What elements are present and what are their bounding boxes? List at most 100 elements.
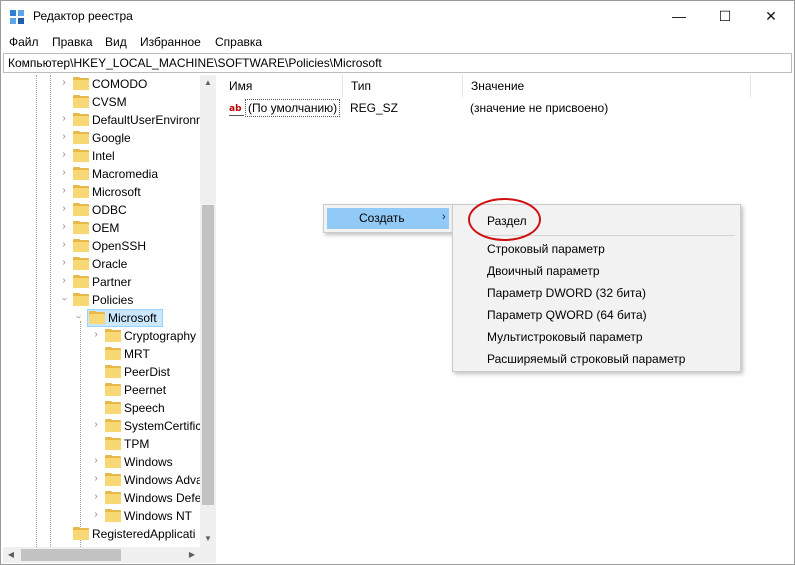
maximize-button[interactable]: ☐ [702, 1, 748, 31]
submenu-item-qword-value[interactable]: Параметр QWORD (64 бита) [487, 308, 647, 322]
submenu-item-string-value[interactable]: Строковый параметр [487, 242, 605, 256]
menu-item-create[interactable]: Создать › [327, 208, 449, 229]
menu-favorites[interactable]: Избранное [140, 35, 201, 49]
tree-item-microsoft-selected[interactable]: › Microsoft [3, 309, 201, 327]
expand-icon[interactable]: › [59, 185, 69, 197]
tree-item-cvsm[interactable]: CVSM [3, 93, 201, 111]
scroll-thumb[interactable] [202, 205, 214, 505]
submenu-item-multistring-value[interactable]: Мультистроковый параметр [487, 330, 643, 344]
folder-open-icon [89, 311, 105, 324]
scroll-thumb[interactable] [21, 549, 121, 561]
tree-item-partner[interactable]: › Partner [3, 273, 201, 291]
submenu-item-expandable-string-value[interactable]: Расширяемый строковый параметр [487, 352, 685, 366]
expand-icon[interactable]: › [59, 77, 69, 89]
folder-icon [105, 509, 121, 522]
tree-item-windows-advanced[interactable]: › Windows Adva [3, 471, 203, 489]
value-type: REG_SZ [350, 101, 399, 115]
tree-item-label: OpenSSH [92, 239, 147, 253]
submenu-item-binary-value[interactable]: Двоичный параметр [487, 264, 600, 278]
tree-item-odbc[interactable]: › ODBC [3, 201, 201, 219]
tree-item-label: ODBC [92, 203, 127, 217]
tree-item-speech[interactable]: Speech [3, 399, 201, 417]
column-header-value[interactable]: Значение [463, 75, 751, 97]
annotation-circle [468, 198, 541, 241]
tree-item-label: Microsoft [108, 311, 157, 325]
tree-item-oracle[interactable]: › Oracle [3, 255, 201, 273]
tree-item-label: SystemCertific [124, 419, 202, 433]
tree-item-windows[interactable]: › Windows [3, 453, 201, 471]
tree-horizontal-scrollbar[interactable]: ◀ ▶ [3, 547, 200, 563]
registry-editor-icon [10, 10, 24, 24]
tree-item-openssh[interactable]: › OpenSSH [3, 237, 201, 255]
expand-icon[interactable]: › [91, 329, 101, 341]
collapse-icon[interactable]: › [58, 294, 70, 304]
expand-icon[interactable]: › [91, 455, 101, 467]
folder-icon [105, 419, 121, 432]
tree-item-macromedia[interactable]: › Macromedia [3, 165, 201, 183]
key-tree[interactable]: › COMODO CVSM › DefaultUserEnvironn › Go… [3, 75, 216, 563]
scroll-left-icon[interactable]: ◀ [3, 547, 19, 563]
minimize-button[interactable]: — [656, 1, 702, 31]
tree-item-intel[interactable]: › Intel [3, 147, 201, 165]
tree-item-policies[interactable]: › Policies [3, 291, 201, 309]
expand-icon[interactable]: › [59, 257, 69, 269]
column-header-name[interactable]: Имя [221, 75, 343, 97]
column-header-label: Тип [351, 79, 372, 93]
tree-item-tpm[interactable]: TPM [3, 435, 201, 453]
scroll-up-icon[interactable]: ▲ [200, 75, 216, 91]
submenu-item-dword-value[interactable]: Параметр DWORD (32 бита) [487, 286, 646, 300]
tree-vertical-scrollbar[interactable]: ▲ ▼ [200, 75, 216, 547]
tree-item-label: Oracle [92, 257, 128, 271]
title-bar: Редактор реестра — ☐ ✕ [1, 1, 794, 31]
expand-icon[interactable]: › [59, 203, 69, 215]
menu-edit[interactable]: Правка [52, 35, 93, 49]
tree-item-cryptography[interactable]: › Cryptography [3, 327, 201, 345]
tree-item-comodo[interactable]: › COMODO [3, 75, 201, 93]
tree-item-google[interactable]: › Google [3, 129, 201, 147]
expand-icon[interactable]: › [59, 131, 69, 143]
expand-icon[interactable]: › [91, 419, 101, 431]
menu-view[interactable]: Вид [105, 35, 127, 49]
tree-item-registeredapplications[interactable]: RegisteredApplicati [3, 525, 201, 543]
expand-icon[interactable]: › [91, 491, 101, 503]
tree-item-label: Macromedia [92, 167, 159, 181]
tree-item-label: COMODO [92, 77, 148, 91]
context-menu: Создать › [323, 204, 453, 233]
expand-icon[interactable]: › [59, 239, 69, 251]
tree-item-peernet[interactable]: Peernet [3, 381, 201, 399]
minimize-icon: — [672, 8, 686, 24]
tree-item-oem[interactable]: › OEM [3, 219, 201, 237]
expand-icon[interactable]: › [91, 473, 101, 485]
tree-item-label: Policies [92, 293, 134, 307]
folder-icon [105, 491, 121, 504]
tree-item-windows-defender[interactable]: › Windows Defe [3, 489, 201, 507]
expand-icon[interactable]: › [59, 113, 69, 125]
tree-item-systemcertificates[interactable]: › SystemCertific [3, 417, 201, 435]
close-button[interactable]: ✕ [748, 1, 794, 31]
tree-item-label: RegisteredApplicati [92, 527, 196, 541]
folder-icon [73, 185, 89, 198]
menu-item-label: Создать [359, 211, 405, 225]
expand-icon[interactable]: › [59, 149, 69, 161]
regedit-window: Редактор реестра — ☐ ✕ Файл Правка Вид И… [0, 0, 795, 565]
folder-icon [105, 383, 121, 396]
expand-icon[interactable]: › [59, 275, 69, 287]
column-header-type[interactable]: Тип [343, 75, 463, 97]
address-bar[interactable]: Компьютер\HKEY_LOCAL_MACHINE\SOFTWARE\Po… [3, 53, 792, 73]
column-header-label: Имя [229, 79, 253, 93]
menu-help[interactable]: Справка [215, 35, 262, 49]
expand-icon[interactable]: › [59, 167, 69, 179]
menu-file[interactable]: Файл [9, 35, 39, 49]
tree-item-defaultuserenv[interactable]: › DefaultUserEnvironn [3, 111, 203, 129]
expand-icon[interactable]: › [91, 509, 101, 521]
tree-item-mrt[interactable]: MRT [3, 345, 201, 363]
tree-item-microsoft-top[interactable]: › Microsoft [3, 183, 201, 201]
tree-item-peerdist[interactable]: PeerDist [3, 363, 201, 381]
tree-item-label: OEM [92, 221, 120, 235]
folder-icon [73, 239, 89, 252]
scroll-right-icon[interactable]: ▶ [184, 547, 200, 563]
scroll-down-icon[interactable]: ▼ [200, 531, 216, 547]
tree-item-windows-nt[interactable]: › Windows NT [3, 507, 201, 525]
collapse-icon[interactable]: › [72, 312, 84, 322]
expand-icon[interactable]: › [59, 221, 69, 233]
